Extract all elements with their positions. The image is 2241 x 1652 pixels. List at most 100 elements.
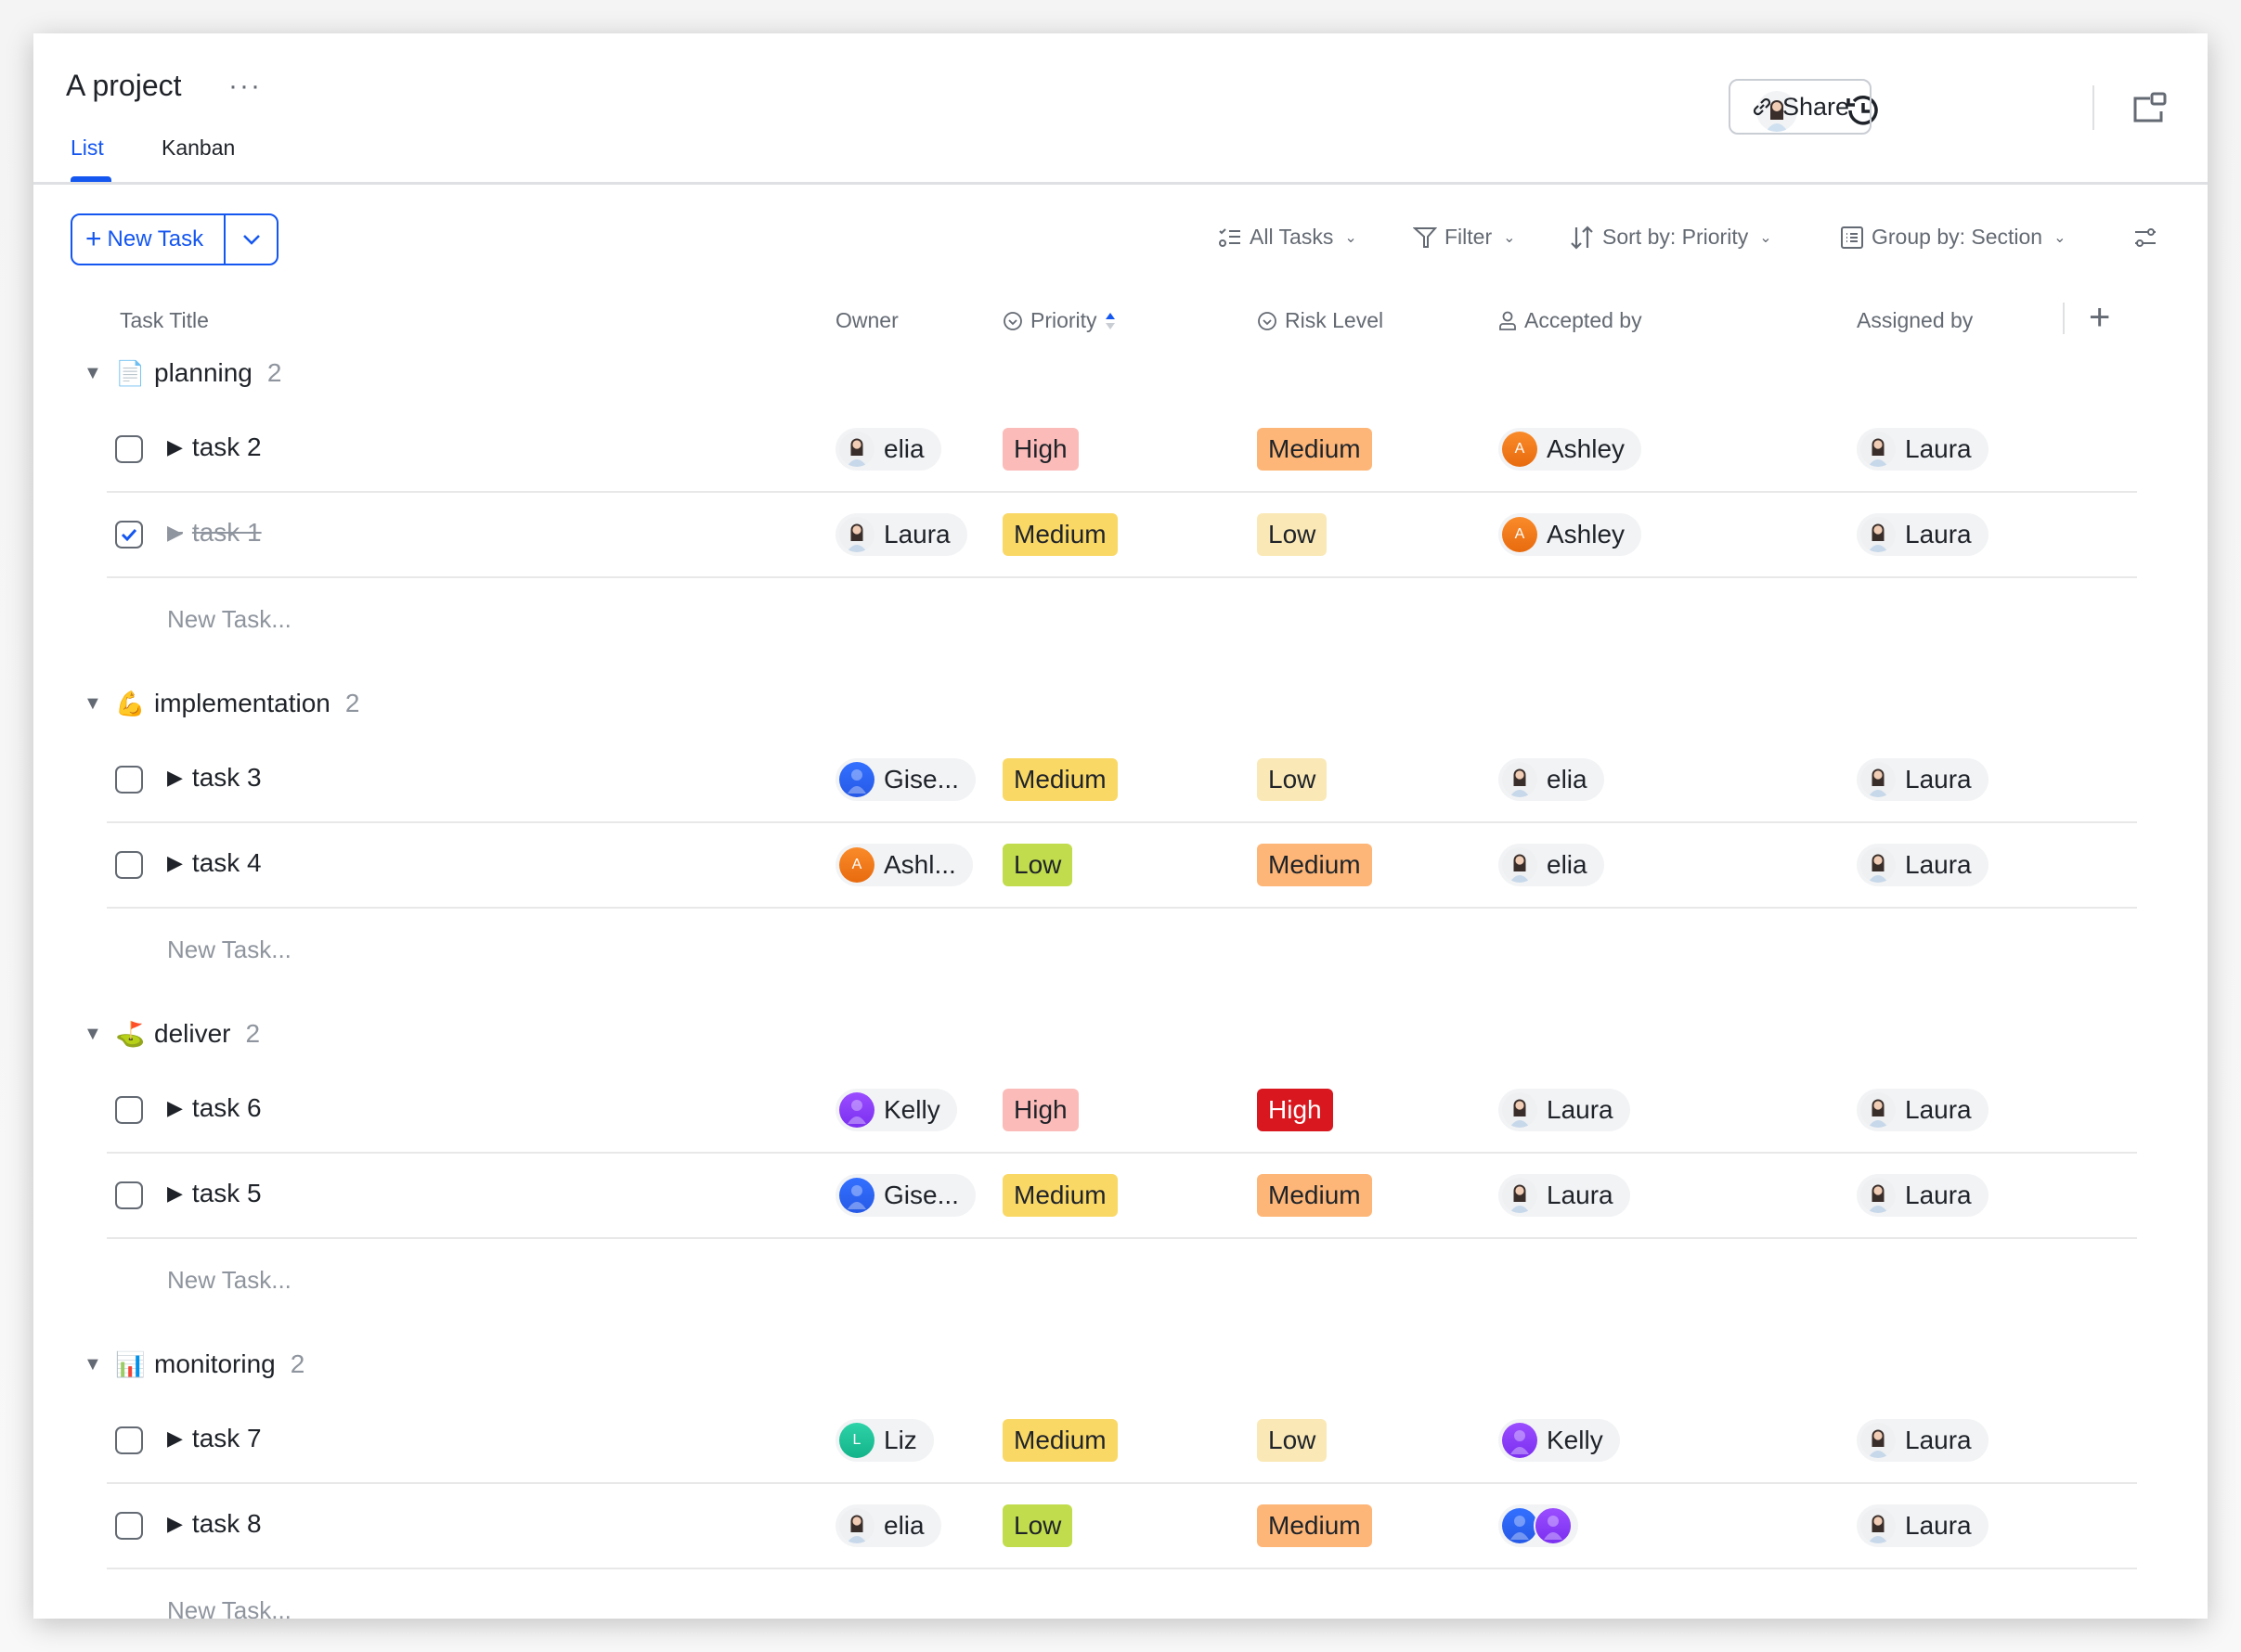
expand-subtasks-icon[interactable]: ▶	[167, 1426, 183, 1451]
assigned-by-chip[interactable]: Laura	[1857, 513, 1988, 556]
priority-tag[interactable]: High	[1003, 1089, 1079, 1131]
priority-tag[interactable]: Medium	[1003, 1419, 1118, 1462]
task-title[interactable]: task 3	[192, 763, 262, 793]
more-options-icon[interactable]: ···	[228, 71, 262, 102]
section-name[interactable]: monitoring	[154, 1349, 276, 1379]
owner-chip[interactable]: Laura	[836, 513, 967, 556]
task-title[interactable]: task 1	[192, 518, 262, 548]
new-task-inline-input[interactable]: New Task...	[167, 936, 291, 964]
column-header-assigned[interactable]: Assigned by	[1857, 308, 1973, 333]
expand-subtasks-icon[interactable]: ▶	[167, 1512, 183, 1536]
expand-subtasks-icon[interactable]: ▶	[167, 521, 183, 545]
priority-tag[interactable]: High	[1003, 428, 1079, 471]
risk-tag[interactable]: Low	[1257, 513, 1328, 556]
column-header-risk[interactable]: Risk Level	[1257, 308, 1383, 333]
share-label: Share	[1781, 92, 1850, 121]
group-dropdown[interactable]: Group by: Section ⌄	[1840, 225, 2066, 250]
risk-tag[interactable]: Low	[1257, 1419, 1328, 1462]
collapse-caret-icon[interactable]: ▼	[84, 1354, 106, 1375]
task-title[interactable]: task 6	[192, 1093, 262, 1123]
avatar	[1534, 1506, 1573, 1545]
accepted-by-chip[interactable]: A Ashley	[1498, 428, 1642, 471]
row-divider	[107, 907, 2137, 909]
assigned-by-chip[interactable]: Laura	[1857, 1174, 1988, 1217]
priority-tag[interactable]: Medium	[1003, 758, 1118, 801]
section-name[interactable]: deliver	[154, 1019, 230, 1049]
expand-subtasks-icon[interactable]: ▶	[167, 1181, 183, 1206]
collapse-caret-icon[interactable]: ▼	[84, 1024, 106, 1045]
owner-chip[interactable]: A Ashl...	[836, 844, 973, 886]
all-tasks-dropdown[interactable]: All Tasks ⌄	[1218, 225, 1357, 250]
owner-chip[interactable]: L Liz	[836, 1419, 934, 1462]
expand-subtasks-icon[interactable]: ▶	[167, 851, 183, 875]
new-task-dropdown[interactable]	[226, 215, 277, 264]
owner-chip[interactable]: Kelly	[836, 1089, 957, 1131]
task-title[interactable]: task 4	[192, 848, 262, 878]
priority-tag[interactable]: Medium	[1003, 1174, 1118, 1217]
task-checkbox[interactable]	[115, 1181, 143, 1209]
priority-tag[interactable]: Low	[1003, 844, 1073, 886]
priority-tag[interactable]: Medium	[1003, 513, 1118, 556]
accepted-by-chip[interactable]: Kelly	[1498, 1419, 1620, 1462]
owner-chip[interactable]: elia	[836, 428, 941, 471]
risk-tag[interactable]: Low	[1257, 758, 1328, 801]
risk-tag[interactable]: Medium	[1257, 428, 1372, 471]
assigned-by-chip[interactable]: Laura	[1857, 1504, 1988, 1547]
person-icon	[1499, 311, 1516, 330]
new-task-inline-input[interactable]: New Task...	[167, 1596, 291, 1619]
task-title[interactable]: task 5	[192, 1179, 262, 1208]
tab-list[interactable]: List	[71, 136, 104, 161]
accepted-by-chip[interactable]: Laura	[1498, 1089, 1630, 1131]
assigned-by-chip[interactable]: Laura	[1857, 1089, 1988, 1131]
task-list-icon	[1219, 227, 1240, 247]
assigned-by-chip[interactable]: Laura	[1857, 428, 1988, 471]
task-title[interactable]: task 7	[192, 1424, 262, 1453]
task-checkbox[interactable]	[115, 1096, 143, 1124]
share-button[interactable]: Share	[1729, 79, 1872, 135]
column-header-owner[interactable]: Owner	[836, 308, 899, 333]
risk-tag[interactable]: Medium	[1257, 1504, 1372, 1547]
task-checkbox[interactable]	[115, 851, 143, 879]
owner-chip[interactable]: elia	[836, 1504, 941, 1547]
task-checkbox[interactable]	[115, 766, 143, 794]
task-checkbox[interactable]	[115, 1512, 143, 1540]
owner-chip[interactable]: Gise...	[836, 758, 976, 801]
accepted-by-chip[interactable]: A Ashley	[1498, 513, 1642, 556]
risk-tag[interactable]: Medium	[1257, 1174, 1372, 1217]
collapse-caret-icon[interactable]: ▼	[84, 363, 106, 384]
collapse-caret-icon[interactable]: ▼	[84, 693, 106, 715]
assigned-by-chip[interactable]: Laura	[1857, 1419, 1988, 1462]
accepted-by-chip[interactable]: Laura	[1498, 1174, 1630, 1217]
accepted-by-chip[interactable]: elia	[1498, 844, 1604, 886]
accepted-by-chip[interactable]: elia	[1498, 758, 1604, 801]
owner-chip[interactable]: Gise...	[836, 1174, 976, 1217]
open-in-window-icon[interactable]	[2131, 91, 2169, 124]
column-header-title[interactable]: Task Title	[120, 308, 209, 333]
expand-subtasks-icon[interactable]: ▶	[167, 1096, 183, 1120]
section-name[interactable]: planning	[154, 358, 253, 388]
expand-subtasks-icon[interactable]: ▶	[167, 435, 183, 459]
filter-dropdown[interactable]: Filter ⌄	[1413, 225, 1516, 250]
sort-dropdown[interactable]: Sort by: Priority ⌄	[1569, 225, 1772, 250]
accepted-by-chip[interactable]	[1498, 1504, 1578, 1547]
new-task-inline-input[interactable]: New Task...	[167, 605, 291, 634]
column-header-accepted[interactable]: Accepted by	[1498, 308, 1642, 333]
risk-tag[interactable]: Medium	[1257, 844, 1372, 886]
view-settings-button[interactable]	[2133, 225, 2157, 251]
risk-tag[interactable]: High	[1257, 1089, 1333, 1131]
task-checkbox[interactable]	[115, 521, 143, 549]
priority-tag[interactable]: Low	[1003, 1504, 1073, 1547]
new-task-button[interactable]: + New Task	[72, 215, 226, 264]
task-title[interactable]: task 8	[192, 1509, 262, 1539]
column-header-priority[interactable]: Priority	[1003, 308, 1116, 333]
tab-kanban[interactable]: Kanban	[162, 136, 235, 161]
new-task-inline-input[interactable]: New Task...	[167, 1266, 291, 1295]
assigned-by-chip[interactable]: Laura	[1857, 758, 1988, 801]
section-name[interactable]: implementation	[154, 689, 330, 718]
expand-subtasks-icon[interactable]: ▶	[167, 766, 183, 790]
task-title[interactable]: task 2	[192, 432, 262, 462]
add-column-icon[interactable]: +	[2089, 297, 2110, 339]
task-checkbox[interactable]	[115, 435, 143, 463]
assigned-by-chip[interactable]: Laura	[1857, 844, 1988, 886]
task-checkbox[interactable]	[115, 1426, 143, 1454]
